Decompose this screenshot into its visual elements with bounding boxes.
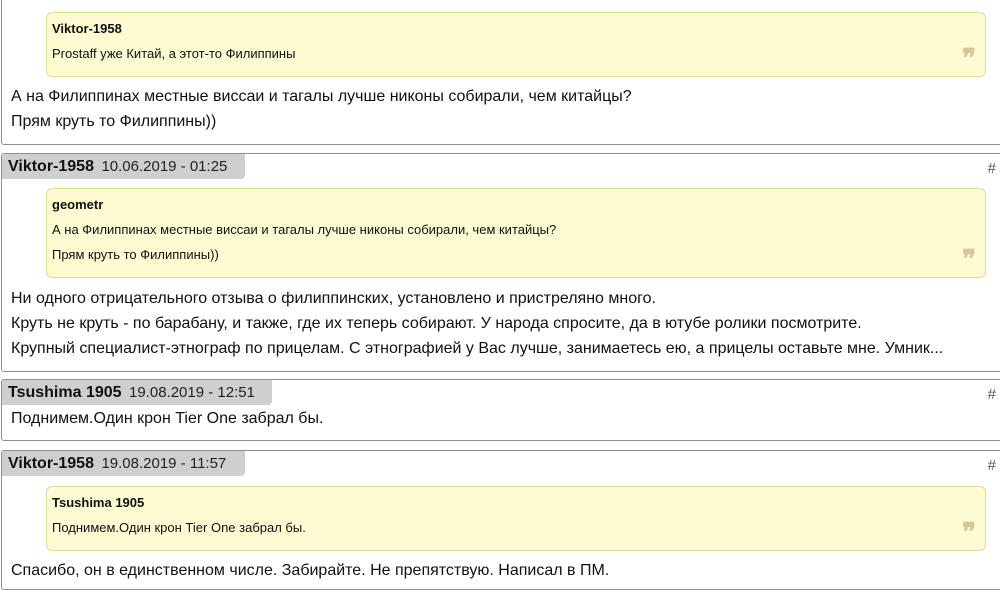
quote-text: Поднимем.Один крон Tier One забрал бы.: [52, 520, 306, 535]
author-tag: Viktor-1958 10.06.2019 - 01:25: [2, 154, 245, 179]
post-text-line: Круть не круть - по барабану, и также, г…: [11, 315, 862, 332]
permalink-hash[interactable]: #: [988, 386, 996, 403]
quote-close-icon: ❞: [962, 245, 976, 275]
permalink-hash[interactable]: #: [988, 457, 996, 474]
post-header: Viktor-1958 19.08.2019 - 11:57 #: [2, 451, 1000, 477]
permalink-hash[interactable]: #: [988, 160, 996, 177]
post-date: 10.06.2019 - 01:25: [101, 158, 228, 175]
quote-text: Прям круть то Филиппины)): [52, 247, 219, 262]
quote-author[interactable]: Viktor-1958: [52, 21, 975, 36]
quote-block: Tsushima 1905 Поднимем.Один крон Tier On…: [46, 486, 986, 551]
post-author[interactable]: Viktor-1958: [8, 455, 94, 472]
quote-close-icon: ❞: [962, 518, 976, 548]
author-tag: Viktor-1958 19.08.2019 - 11:57: [2, 451, 245, 476]
forum-post: Viktor-1958 Prostaff уже Китай, а этот-т…: [1, 0, 1000, 145]
quote-author[interactable]: geometr: [52, 197, 975, 212]
post-text-line: Крупный специалист-этнограф по прицелам.…: [11, 340, 944, 357]
quote-text: Prostaff уже Китай, а этот-то Филиппины: [52, 46, 296, 61]
author-tag: Tsushima 1905 19.08.2019 - 12:51: [2, 380, 272, 405]
post-date: 19.08.2019 - 12:51: [129, 384, 255, 401]
post-author[interactable]: Tsushima 1905: [8, 384, 122, 401]
post-text-line: Поднимем.Один крон Tier One забрал бы.: [11, 410, 324, 427]
post-text-line: Прям круть то Филиппины)): [11, 113, 217, 130]
quote-close-icon: ❞: [962, 44, 976, 74]
quote-block: geometr А на Филиппинах местные виссаи и…: [46, 188, 986, 278]
post-text-line: Спасибо, он в единственном числе. Забира…: [11, 562, 610, 579]
post-text-line: Ни одного отрицательного отзыва о филипп…: [11, 290, 656, 307]
post-header: Tsushima 1905 19.08.2019 - 12:51 #: [2, 380, 1000, 406]
quote-text: А на Филиппинах местные виссаи и тагалы …: [52, 222, 557, 237]
post-author[interactable]: Viktor-1958: [8, 158, 94, 175]
forum-post: Tsushima 1905 19.08.2019 - 12:51 # Подни…: [1, 379, 1000, 441]
forum-post: Viktor-1958 19.08.2019 - 11:57 # Tsushim…: [1, 450, 1000, 590]
quote-author[interactable]: Tsushima 1905: [52, 495, 975, 510]
forum-post: Viktor-1958 10.06.2019 - 01:25 # geometr…: [1, 153, 1000, 372]
post-text-line: А на Филиппинах местные виссаи и тагалы …: [11, 88, 632, 105]
post-header: Viktor-1958 10.06.2019 - 01:25 #: [2, 154, 1000, 180]
post-date: 19.08.2019 - 11:57: [101, 455, 227, 472]
quote-block: Viktor-1958 Prostaff уже Китай, а этот-т…: [46, 12, 986, 77]
